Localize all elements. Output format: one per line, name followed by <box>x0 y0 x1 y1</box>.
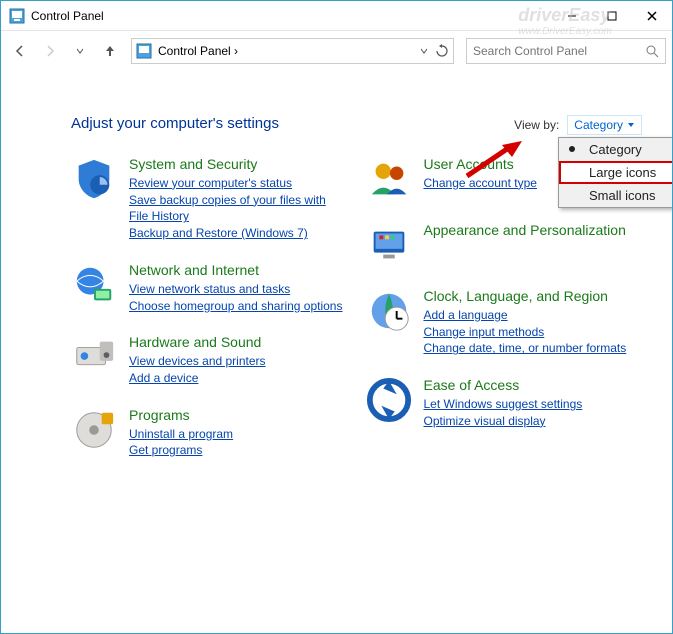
category-link[interactable]: Let Windows suggest settings <box>424 396 583 413</box>
category: Ease of Access Let Windows suggest settin… <box>366 377 643 429</box>
address-bar[interactable]: Control Panel › <box>131 38 454 64</box>
category-link[interactable]: Add a language <box>424 307 627 324</box>
category-link[interactable]: Add a device <box>129 370 266 387</box>
watermark: driverEasywww.DriverEasy.com <box>518 5 612 37</box>
category-icon <box>366 156 412 202</box>
category-title[interactable]: Appearance and Personalization <box>424 222 626 239</box>
search-icon <box>645 44 659 58</box>
category-link[interactable]: Save backup copies of your files with Fi… <box>129 192 348 226</box>
back-button[interactable] <box>7 38 33 64</box>
control-panel-window: Control Panel Control Panel › driverEasy… <box>0 0 673 634</box>
category-icon <box>366 222 412 268</box>
view-by-dropdown-trigger[interactable]: Category <box>567 115 642 135</box>
chevron-down-icon[interactable] <box>419 46 429 56</box>
category-link[interactable]: View network status and tasks <box>129 281 342 298</box>
category-icon <box>366 288 412 334</box>
category-link[interactable]: Backup and Restore (Windows 7) <box>129 225 348 242</box>
category-title[interactable]: Ease of Access <box>424 377 583 394</box>
control-panel-icon <box>136 43 152 59</box>
category-link[interactable]: Optimize visual display <box>424 413 583 430</box>
category: Clock, Language, and Region Add a languag… <box>366 288 643 357</box>
category-title[interactable]: System and Security <box>129 156 348 173</box>
dropdown-option-large-icons[interactable]: Large icons <box>559 161 673 184</box>
category-icon <box>71 407 117 453</box>
category-link[interactable]: Get programs <box>129 442 233 459</box>
category-title[interactable]: Hardware and Sound <box>129 334 266 351</box>
category: Appearance and Personalization <box>366 222 643 268</box>
view-by-dropdown-menu: Category Large icons Small icons <box>558 137 673 208</box>
category-title[interactable]: Clock, Language, and Region <box>424 288 627 305</box>
category-link[interactable]: Review your computer's status <box>129 175 348 192</box>
nav-row: Control Panel › <box>1 31 672 71</box>
refresh-icon[interactable] <box>435 44 449 58</box>
dropdown-option-small-icons[interactable]: Small icons <box>559 184 673 207</box>
category-title[interactable]: Programs <box>129 407 233 424</box>
view-by-label: View by: <box>514 118 559 132</box>
category: Hardware and Sound View devices and print… <box>71 334 348 386</box>
category-link[interactable]: Choose homegroup and sharing options <box>129 298 342 315</box>
category-title[interactable]: Network and Internet <box>129 262 342 279</box>
control-panel-icon <box>9 8 25 24</box>
category-link[interactable]: Change date, time, or number formats <box>424 340 627 357</box>
category-icon <box>71 334 117 380</box>
category-link[interactable]: Uninstall a program <box>129 426 233 443</box>
close-button[interactable] <box>632 1 672 31</box>
chevron-down-icon <box>627 121 635 129</box>
category: System and Security Review your computer'… <box>71 156 348 242</box>
search-input[interactable] <box>473 44 633 58</box>
address-path: Control Panel › <box>158 44 413 58</box>
annotation-arrow-icon <box>462 141 522 181</box>
view-by-control: View by: Category Category Large icons S… <box>514 115 642 135</box>
search-box[interactable] <box>466 38 666 64</box>
window-title: Control Panel <box>31 9 104 23</box>
category-icon <box>366 377 412 423</box>
category-link[interactable]: Change input methods <box>424 324 627 341</box>
category: Programs Uninstall a programGet programs <box>71 407 348 459</box>
forward-button[interactable] <box>37 38 63 64</box>
up-button[interactable] <box>97 38 123 64</box>
category-link[interactable]: View devices and printers <box>129 353 266 370</box>
dropdown-option-category[interactable]: Category <box>559 138 673 161</box>
recent-dropdown[interactable] <box>67 38 93 64</box>
category-icon <box>71 262 117 308</box>
category: Network and Internet View network status … <box>71 262 348 314</box>
category-icon <box>71 156 117 202</box>
